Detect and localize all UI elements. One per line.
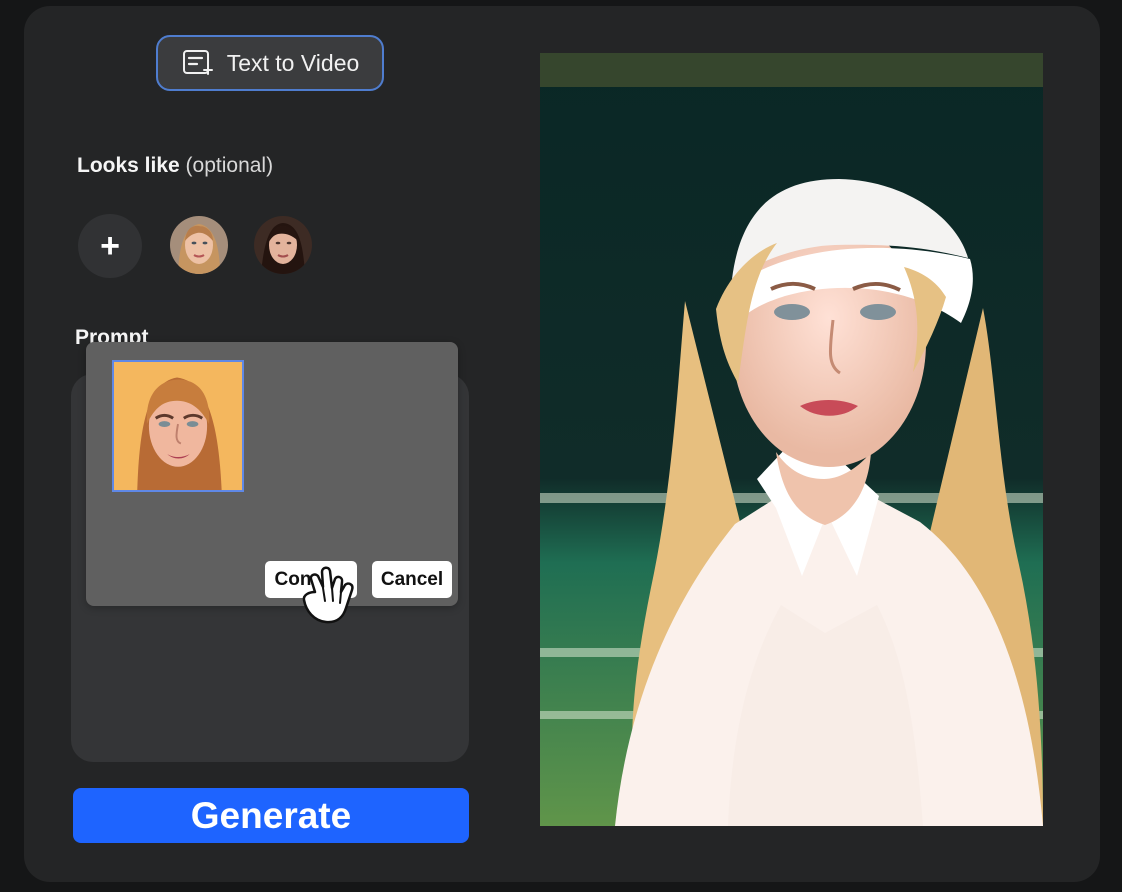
generated-video-preview	[540, 53, 1043, 826]
brunette-face-avatar[interactable]	[254, 216, 312, 274]
brunette-face-image	[254, 216, 312, 274]
uploaded-face-image	[114, 362, 242, 490]
looks-like-label: Looks like	[77, 154, 180, 177]
text-to-video-button[interactable]: Text to Video	[156, 35, 384, 91]
cancel-button[interactable]: Cancel	[372, 561, 452, 598]
add-face-button[interactable]: +	[78, 214, 142, 278]
blonde-face-avatar[interactable]	[170, 216, 228, 274]
hand-pointer-icon	[298, 565, 364, 625]
tennis-player-image	[540, 53, 1043, 826]
text-to-video-icon	[182, 50, 213, 75]
looks-like-heading: Looks like (optional)	[77, 154, 273, 178]
generate-button[interactable]: Generate	[73, 788, 469, 843]
face-upload-dialog: Con Cancel	[86, 342, 458, 606]
blonde-face-image	[170, 216, 228, 274]
uploaded-face-preview[interactable]	[112, 360, 244, 492]
text-to-video-label: Text to Video	[226, 49, 360, 76]
optional-label: (optional)	[185, 154, 274, 177]
plus-icon: +	[100, 227, 120, 265]
